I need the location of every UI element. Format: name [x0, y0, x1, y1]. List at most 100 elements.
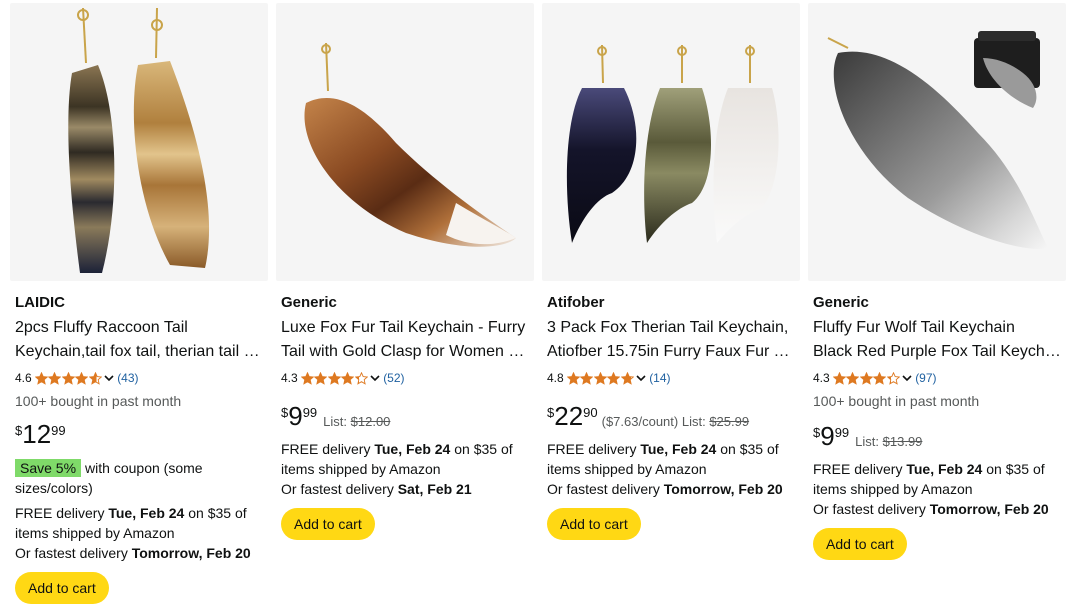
delivery-info: FREE delivery Tue, Feb 24 on $35 of item… — [15, 503, 263, 563]
price[interactable]: $ 9 99 List: $12.00 — [281, 402, 390, 430]
rating-row[interactable]: 4.6 (43) — [15, 370, 139, 386]
star-icon — [341, 371, 355, 385]
product-card: Atifober 3 Pack Fox Therian Tail Keychai… — [542, 0, 800, 581]
product-card: Generic Luxe Fox Fur Tail Keychain - Fur… — [276, 0, 534, 581]
review-count[interactable]: (52) — [383, 371, 404, 385]
product-title-line[interactable]: Black Red Purple Fox Tail Keychain — [813, 340, 1061, 364]
chevron-down-icon[interactable] — [369, 372, 381, 384]
price-whole: 9 — [820, 421, 835, 451]
coupon-badge: Save 5% — [15, 459, 82, 477]
chevron-down-icon[interactable] — [103, 372, 115, 384]
product-card: LAIDIC 2pcs Fluffy Raccoon Tail Keychain… — [10, 0, 268, 604]
product-image[interactable] — [808, 3, 1066, 281]
chevron-down-icon[interactable] — [635, 372, 647, 384]
star-icon — [327, 371, 341, 385]
fastest-date: Tomorrow, Feb 20 — [663, 481, 783, 497]
star-icon — [832, 371, 846, 385]
delivery-prefix: FREE delivery — [813, 461, 907, 477]
delivery-prefix: FREE delivery — [281, 441, 375, 457]
unit-price: ($7.63/count) — [601, 414, 679, 429]
product-title[interactable]: Luxe Fox Fur Tail Keychain - Furry Tail … — [281, 316, 529, 364]
fastest-date: Tomorrow, Feb 20 — [929, 501, 1049, 517]
price-symbol: $ — [547, 405, 555, 420]
star-icon — [859, 371, 873, 385]
star-icon — [593, 371, 607, 385]
star-rating[interactable] — [566, 371, 635, 385]
product-brand: Generic — [281, 294, 337, 311]
star-icon — [75, 371, 89, 385]
rating-value: 4.3 — [281, 371, 298, 385]
star-rating[interactable] — [300, 371, 369, 385]
list-label: List: — [855, 434, 883, 449]
product-title[interactable]: 2pcs Fluffy Raccoon Tail Keychain,tail f… — [15, 316, 263, 364]
rating-value: 4.3 — [813, 371, 830, 385]
star-icon — [846, 371, 860, 385]
product-title-line[interactable]: Luxe Fox Fur Tail Keychain - Furry — [281, 316, 529, 340]
star-rating[interactable] — [34, 371, 103, 385]
price-symbol: $ — [281, 405, 289, 420]
price-whole: 9 — [288, 401, 303, 431]
product-brand: LAIDIC — [15, 294, 65, 311]
rating-row[interactable]: 4.8 (14) — [547, 370, 671, 386]
list-price-value: $12.00 — [350, 414, 391, 429]
star-icon — [620, 371, 634, 385]
fastest-prefix: Or fastest delivery — [15, 545, 132, 561]
delivery-date: Tue, Feb 24 — [906, 461, 983, 477]
product-title-line[interactable]: Tail with Gold Clasp for Women and Men — [281, 340, 529, 364]
delivery-prefix: FREE delivery — [15, 505, 109, 521]
add-to-cart-button[interactable]: Add to cart — [813, 528, 907, 560]
price[interactable]: $ 12 99 — [15, 420, 66, 448]
delivery-info: FREE delivery Tue, Feb 24 on $35 of item… — [281, 439, 529, 499]
star-icon — [300, 371, 314, 385]
product-title[interactable]: 3 Pack Fox Therian Tail Keychain, Atiofb… — [547, 316, 795, 364]
review-count[interactable]: (14) — [649, 371, 670, 385]
price-fraction: 99 — [51, 423, 66, 438]
star-rating[interactable] — [832, 371, 901, 385]
product-image[interactable] — [542, 3, 800, 281]
star-icon — [354, 371, 368, 385]
delivery-prefix: FREE delivery — [547, 441, 641, 457]
list-price: List: $12.00 — [323, 414, 390, 429]
star-icon — [34, 371, 48, 385]
product-title[interactable]: Fluffy Fur Wolf Tail Keychain Black Red … — [813, 316, 1061, 364]
price-fraction: 99 — [302, 405, 318, 420]
fastest-prefix: Or fastest delivery — [813, 501, 930, 517]
star-icon — [607, 371, 621, 385]
rating-row[interactable]: 4.3 (97) — [813, 370, 937, 386]
price-symbol: $ — [15, 423, 23, 438]
price[interactable]: $ 22 90 ($7.63/count) List: $25.99 — [547, 402, 749, 430]
add-to-cart-button[interactable]: Add to cart — [547, 508, 641, 540]
product-title-line[interactable]: Fluffy Fur Wolf Tail Keychain — [813, 316, 1061, 340]
list-price-value: $13.99 — [882, 434, 923, 449]
star-icon — [314, 371, 328, 385]
star-icon — [886, 371, 900, 385]
unit-and-list-price: ($7.63/count) List: $25.99 — [602, 414, 749, 429]
chevron-down-icon[interactable] — [901, 372, 913, 384]
coupon: Save 5% with coupon (some sizes/colors) — [15, 458, 255, 498]
product-card: Generic Fluffy Fur Wolf Tail Keychain Bl… — [808, 0, 1066, 581]
price[interactable]: $ 9 99 List: $13.99 — [813, 422, 922, 450]
product-title-line[interactable]: 2pcs Fluffy Raccoon Tail — [15, 316, 263, 340]
product-title-line[interactable]: Atiofber 15.75in Furry Faux Fur Tail — [547, 340, 795, 364]
add-to-cart-button[interactable]: Add to cart — [281, 508, 375, 540]
star-icon — [873, 371, 887, 385]
list-label: List: — [681, 414, 710, 429]
add-to-cart-button[interactable]: Add to cart — [15, 572, 109, 604]
product-image[interactable] — [10, 3, 268, 281]
delivery-info: FREE delivery Tue, Feb 24 on $35 of item… — [547, 439, 795, 499]
review-count[interactable]: (97) — [915, 371, 936, 385]
product-title-line[interactable]: Keychain,tail fox tail, therian tail key… — [15, 340, 263, 364]
delivery-info: FREE delivery Tue, Feb 24 on $35 of item… — [813, 459, 1061, 519]
rating-value: 4.6 — [15, 371, 32, 385]
rating-row[interactable]: 4.3 (52) — [281, 370, 405, 386]
price-fraction: 90 — [583, 405, 598, 420]
list-price: List: $13.99 — [855, 434, 922, 449]
delivery-date: Tue, Feb 24 — [640, 441, 717, 457]
price-fraction: 99 — [834, 425, 850, 440]
product-title-line[interactable]: 3 Pack Fox Therian Tail Keychain, — [547, 316, 795, 340]
review-count[interactable]: (43) — [117, 371, 138, 385]
fastest-date: Sat, Feb 21 — [397, 481, 472, 497]
product-image[interactable] — [276, 3, 534, 281]
star-icon — [61, 371, 75, 385]
product-brand: Generic — [813, 294, 869, 311]
